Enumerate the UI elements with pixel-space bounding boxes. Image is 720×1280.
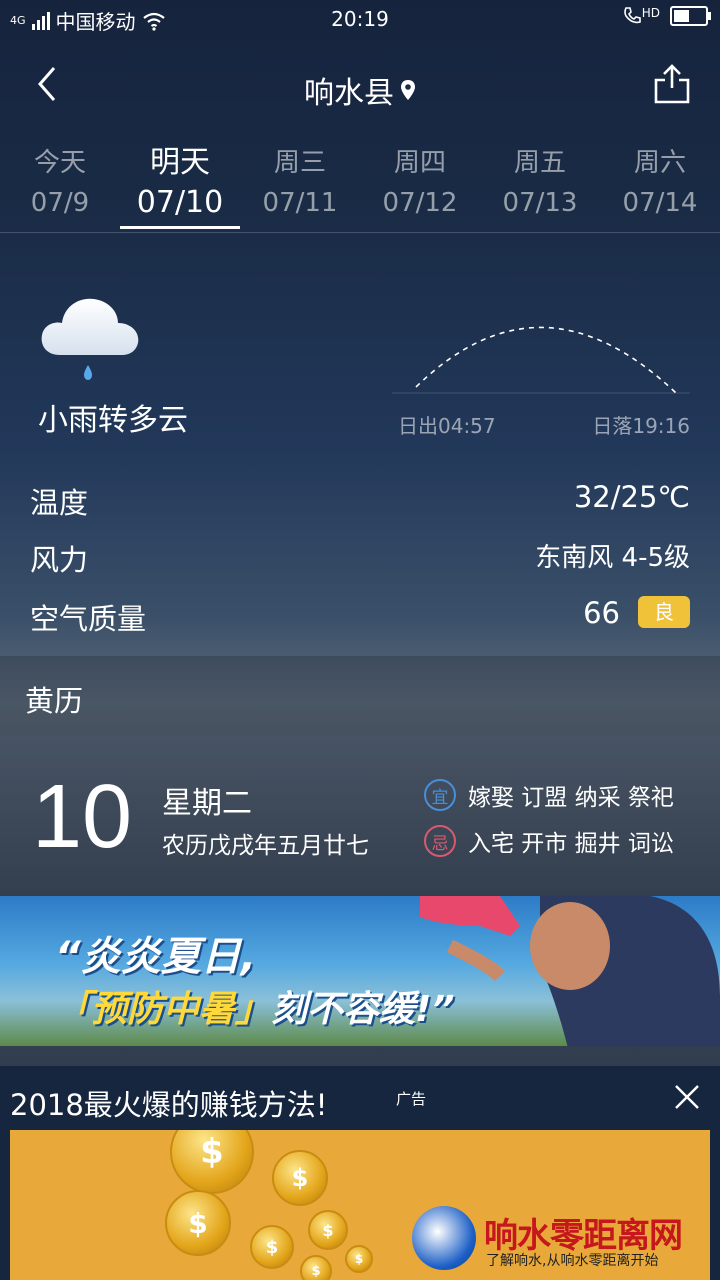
almanac-lunar-date: 农历戊戌年五月廿七: [162, 833, 369, 859]
air-quality-value: 66: [583, 596, 620, 630]
sunset-time: 日落19:16: [592, 414, 690, 438]
ji-badge: 忌: [424, 825, 456, 857]
tab-thursday[interactable]: 周四 07/12: [360, 140, 480, 220]
almanac-day: 10: [32, 767, 133, 867]
wind-value: 东南风 4-5级: [535, 543, 690, 573]
close-icon[interactable]: [672, 1082, 702, 1112]
coin-icon: $: [170, 1130, 254, 1194]
heatstroke-banner[interactable]: “炎炎夏日, 「预防中暑」刻不容缓!”: [0, 896, 720, 1046]
coin-icon: $: [250, 1225, 294, 1269]
air-quality-label: 空气质量: [30, 602, 147, 636]
tab-saturday[interactable]: 周六 07/14: [600, 140, 720, 220]
ad-headline[interactable]: 2018最火爆的赚钱方法!: [10, 1082, 327, 1124]
almanac-yi: 宜嫁娶 订盟 纳采 祭祀: [424, 778, 674, 812]
location-pin-icon: [401, 80, 415, 100]
banner-line-1: “炎炎夏日,: [55, 934, 256, 980]
almanac-weekday: 星期二: [162, 786, 252, 821]
share-icon[interactable]: [652, 62, 692, 106]
ad-tag: 广告: [396, 1090, 427, 1108]
ji-text: 入宅 开市 掘井 词讼: [468, 831, 674, 857]
hd-label: HD: [641, 6, 660, 20]
status-bar: 4G 中国移动 20:19 HD: [0, 0, 720, 40]
sunrise-time: 日出04:57: [398, 414, 496, 438]
wind-row: 风力 东南风 4-5级: [30, 537, 690, 587]
tab-tomorrow[interactable]: 明天 07/10: [120, 140, 240, 229]
day-tabs: 今天 07/9 明天 07/10 周三 07/11 周四 07/12 周五 07/13 周…: [0, 140, 720, 233]
battery-icon: [670, 6, 711, 26]
banner-person-image: [420, 896, 720, 1046]
city-name: 响水县: [304, 76, 394, 111]
air-quality-badge: 良: [638, 596, 690, 628]
coin-icon: $: [345, 1245, 373, 1273]
sun-arc: [392, 326, 690, 394]
almanac-title: 黄历: [25, 684, 84, 718]
app-header: 响水县: [0, 50, 720, 120]
air-quality-row: 空气质量 66 良: [30, 596, 690, 646]
banner-line-2: 「预防中暑」刻不容缓!”: [55, 980, 455, 1032]
yi-text: 嫁娶 订盟 纳采 祭祀: [468, 785, 674, 811]
wind-label: 风力: [30, 543, 89, 577]
almanac-ji: 忌入宅 开市 掘井 词讼: [424, 824, 674, 858]
site-watermark: 响水零距离网 了解响水,从响水零距离开始: [412, 1206, 712, 1280]
temperature-label: 温度: [30, 486, 89, 520]
temperature-value: 32/25℃: [573, 480, 690, 514]
almanac-card[interactable]: 10 星期二 农历戊戌年五月廿七 宜嫁娶 订盟 纳采 祭祀 忌入宅 开市 掘井 …: [0, 736, 720, 896]
coin-icon: $: [272, 1150, 328, 1206]
page-title[interactable]: 响水县: [0, 68, 720, 112]
almanac-header[interactable]: 黄历: [0, 655, 720, 737]
coin-icon: $: [308, 1210, 348, 1250]
yi-badge: 宜: [424, 779, 456, 811]
call-hd-icon: HD: [622, 6, 660, 26]
watermark-slogan: 了解响水,从响水零距离开始: [486, 1253, 659, 1269]
tab-friday[interactable]: 周五 07/13: [480, 140, 600, 220]
tab-today[interactable]: 今天 07/9: [0, 140, 120, 220]
banner-highlight: 「预防中暑」: [55, 989, 272, 1030]
cloud-rain-icon: [41, 298, 139, 380]
site-logo-icon: [412, 1206, 476, 1270]
weather-condition: 小雨转多云: [38, 403, 188, 438]
coin-icon: $: [300, 1255, 332, 1280]
tab-wednesday[interactable]: 周三 07/11: [240, 140, 360, 220]
coin-icon: $: [165, 1190, 231, 1256]
clock: 20:19: [331, 7, 389, 31]
temperature-row: 温度 32/25℃: [30, 480, 690, 530]
banner-line-2-rest: 刻不容缓!”: [271, 989, 455, 1030]
